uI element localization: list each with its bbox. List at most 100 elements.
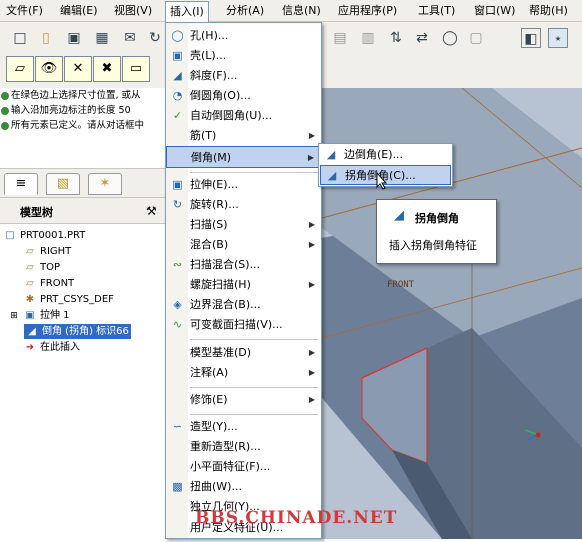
select-box-icon[interactable]: ▢: [466, 28, 486, 48]
menu-view[interactable]: 视图(V): [110, 3, 156, 19]
extrude-icon: ▣: [172, 178, 183, 191]
menu-window[interactable]: 窗口(W): [470, 3, 519, 19]
display-hidden-icon[interactable]: 👁: [35, 56, 63, 82]
datum-point-icon[interactable]: ⋆: [548, 28, 568, 48]
tree-node-extrude[interactable]: ⊞ ▣ 拉伸 1: [8, 308, 69, 324]
menu-item-edge-chamfer[interactable]: ◢ 边倒角(E)...: [320, 145, 451, 165]
datum-display-icon[interactable]: ◧: [521, 28, 541, 48]
tree-node-insert-here[interactable]: ➜ 在此插入: [24, 340, 80, 355]
tooltip-description: 插入拐角倒角特征: [389, 239, 477, 252]
mouse-cursor-icon: [376, 172, 388, 190]
submenu-arrow-icon: ▶: [308, 240, 315, 249]
menu-item-draft[interactable]: ◢ 斜度(F)...: [166, 65, 321, 87]
submenu-arrow-icon: ▶: [308, 220, 315, 229]
tab-favorites[interactable]: ✶: [88, 173, 122, 195]
part-icon: □: [5, 230, 15, 241]
folder-icon: ▧: [56, 176, 70, 191]
model-tree-icon: ≡: [15, 176, 27, 191]
regen-manager-icon[interactable]: ⇄: [412, 28, 432, 48]
warp-icon: ▩: [172, 480, 183, 493]
csys-origin-icon: [535, 432, 541, 438]
find-icon[interactable]: ◯: [440, 28, 460, 48]
menu-item-annotation[interactable]: 注释(A) ▶: [166, 362, 321, 384]
model-tree: □ PRT0001.PRT ▱ RIGHT ▱ TOP ▱ FRONT ✱ PRT_CSY…: [0, 224, 165, 539]
navigator-tabs: ≡ ▧ ✶: [0, 168, 165, 198]
watermark: BBS.CHINADE.NET: [195, 508, 398, 528]
tooltip: ◢ 拐角倒角 插入拐角倒角特征: [376, 199, 497, 264]
menu-item-extrude[interactable]: ▣ 拉伸(E)...: [166, 174, 321, 196]
datum-plane-icon: ▱: [26, 262, 34, 273]
regenerate-icon[interactable]: ↻: [145, 28, 165, 48]
insert-here-icon: ➜: [25, 342, 35, 353]
menu-file[interactable]: 文件(F): [2, 3, 47, 19]
draft-icon: ◢: [173, 69, 182, 82]
menu-item-warp[interactable]: ▩ 扭曲(W)...: [166, 476, 321, 498]
menu-applications[interactable]: 应用程序(P): [334, 3, 401, 19]
menu-item-model-datum[interactable]: 模型基准(D) ▶: [166, 342, 321, 364]
tree-node-top[interactable]: ▱ TOP: [24, 260, 60, 275]
display-csys-icon[interactable]: ▭: [122, 56, 150, 82]
menu-item-style[interactable]: ∽ 造型(Y)...: [166, 416, 321, 438]
menu-item-swept-blend[interactable]: ∾ 扫描混合(S)...: [166, 254, 321, 276]
sort-icon[interactable]: ⇅: [386, 28, 406, 48]
copy-icon[interactable]: ▤: [330, 28, 350, 48]
send-icon[interactable]: ✉: [120, 28, 140, 48]
chamfer-icon: ◢: [28, 326, 36, 337]
edge-chamfer-icon: ◢: [326, 148, 336, 161]
display-nohidden-icon[interactable]: ✕: [64, 56, 92, 82]
tree-settings-icon[interactable]: ⚒: [146, 204, 157, 218]
tab-folder-browser[interactable]: ▧: [46, 173, 80, 195]
menu-info[interactable]: 信息(N): [278, 3, 325, 19]
save-icon[interactable]: ▣: [64, 28, 84, 48]
submenu-arrow-icon: ▶: [308, 131, 315, 140]
insert-menu: ◯ 孔(H)... ▣ 壳(L)... ◢ 斜度(F)... ◔ 倒圆角(O)... ✓…: [165, 22, 322, 539]
message-status-icon: [1, 121, 9, 130]
style-icon: ∽: [172, 420, 183, 433]
menu-edit[interactable]: 编辑(E): [56, 3, 102, 19]
tree-node-chamfer[interactable]: ◢ 倒角 (拐角) 标识66: [24, 324, 131, 339]
menu-item-facet-feature[interactable]: 小平面特征(F)...: [166, 456, 321, 478]
menu-analysis[interactable]: 分析(A): [222, 3, 268, 19]
tree-node-front[interactable]: ▱ FRONT: [24, 276, 74, 291]
menu-item-round[interactable]: ◔ 倒圆角(O)...: [166, 85, 321, 107]
shell-icon: ▣: [172, 49, 183, 62]
star-icon: ✶: [99, 176, 111, 191]
menu-insert[interactable]: 插入(I): [165, 1, 209, 22]
new-file-icon[interactable]: □: [10, 28, 30, 48]
tree-node-right[interactable]: ▱ RIGHT: [24, 244, 71, 259]
message-line: 在绿色边上选择尺寸位置, 或从: [0, 88, 165, 103]
print-icon[interactable]: ▦: [92, 28, 112, 48]
display-wireframe-icon[interactable]: ▱: [6, 56, 34, 82]
menu-item-boundary-blend[interactable]: ◈ 边界混合(B)...: [166, 294, 321, 316]
menu-item-auto-round[interactable]: ✓ 自动倒圆角(U)...: [166, 105, 321, 127]
menu-item-shell[interactable]: ▣ 壳(L)...: [166, 45, 321, 67]
menu-separator: [190, 339, 318, 340]
menu-item-rib[interactable]: 筋(T) ▶: [166, 125, 321, 147]
paste-icon[interactable]: ▥: [358, 28, 378, 48]
menu-item-variable-sweep[interactable]: ∿ 可变截面扫描(V)...: [166, 314, 321, 336]
menu-item-hole[interactable]: ◯ 孔(H)...: [166, 25, 321, 47]
tab-model-tree[interactable]: ≡: [4, 173, 38, 195]
menu-tools[interactable]: 工具(T): [414, 3, 459, 19]
display-shaded-icon[interactable]: ✖: [93, 56, 121, 82]
menu-item-helical-sweep[interactable]: 螺旋扫描(H) ▶: [166, 274, 321, 296]
menu-item-cosmetic[interactable]: 修饰(E) ▶: [166, 389, 321, 411]
open-folder-icon[interactable]: ▯: [36, 28, 56, 48]
menu-help[interactable]: 帮助(H): [525, 3, 572, 19]
expand-plus-icon[interactable]: ⊞: [8, 309, 20, 324]
message-line: 所有元素已定义。请从对话框中: [0, 118, 165, 133]
csys-icon: ✱: [25, 294, 35, 305]
model-tree-header: 模型树 ⚒: [0, 198, 165, 224]
menu-item-sweep[interactable]: 扫描(S) ▶: [166, 214, 321, 236]
auto-round-icon: ✓: [172, 109, 183, 122]
round-icon: ◔: [172, 89, 183, 102]
tree-node-part[interactable]: □ PRT0001.PRT: [4, 228, 85, 243]
menu-separator: [190, 387, 318, 388]
menu-item-chamfer[interactable]: 倒角(M) ▶: [166, 146, 321, 168]
menu-item-blend[interactable]: 混合(B) ▶: [166, 234, 321, 256]
submenu-arrow-icon: ▶: [308, 368, 315, 377]
message-status-icon: [1, 91, 9, 100]
menu-item-revolve[interactable]: ↻ 旋转(R)...: [166, 194, 321, 216]
tree-node-csys[interactable]: ✱ PRT_CSYS_DEF: [24, 292, 114, 307]
menu-item-restyle[interactable]: 重新造型(R)...: [166, 436, 321, 458]
